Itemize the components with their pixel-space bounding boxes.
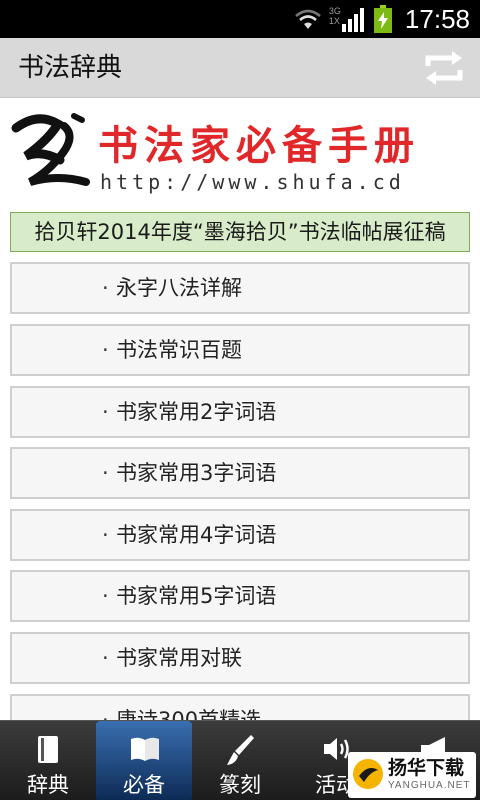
menu-item-label: 永字八法详解 [116,276,242,300]
status-icons: 3G 1X 17:58 [293,0,480,38]
open-book-icon [131,737,159,761]
notice-banner[interactable]: 拾贝轩2014年度“墨海拾贝”书法临帖展征稿 [10,212,470,252]
tab-bibei[interactable]: 必备 [96,721,192,800]
bullet: · [102,338,109,362]
bullet: · [102,276,109,300]
refresh-icon[interactable] [422,50,466,86]
menu-item-3-char[interactable]: · 书家常用3字词语 [10,447,470,499]
menu-item-label: 书家常用对联 [116,646,242,670]
bullet: · [102,584,109,608]
book-icon [38,736,58,763]
brush-icon [227,735,254,765]
menu-item-5-char[interactable]: · 书家常用5字词语 [10,570,470,622]
bullet: · [102,646,109,670]
banner-title: 书法家必备手册 [98,122,420,169]
bullet: · [102,523,109,547]
tab-label: 必备 [123,773,165,797]
watermark-logo-icon [353,759,383,789]
banner-url: http://www.shufa.cd [100,170,405,194]
signal-icon: 3G 1X [329,6,365,32]
watermark: 扬华下载 YANGHUA.NET [348,752,476,798]
clock: 17:58 [404,3,470,34]
bullet: · [102,461,109,485]
tab-label: 辞典 [27,773,69,797]
tab-cidian[interactable]: 辞典 [0,721,96,800]
battery-charging-icon [373,5,392,33]
calligraphy-logo [11,113,90,186]
menu-item-duilian[interactable]: · 书家常用对联 [10,632,470,684]
tab-zhuanke[interactable]: 篆刻 [192,721,288,800]
menu-item-label: 书家常用4字词语 [116,523,277,547]
menu-item-4-char[interactable]: · 书家常用4字词语 [10,509,470,561]
menu-item-label: 书家常用3字词语 [116,461,277,485]
menu-item-label: 书家常用2字词语 [116,400,277,424]
menu-item-changshi[interactable]: · 书法常识百题 [10,324,470,376]
watermark-sub: YANGHUA.NET [388,780,471,791]
menu-item-label: 书法常识百题 [116,338,242,362]
menu-item-yongzi[interactable]: · 永字八法详解 [10,262,470,314]
status-bar: 3G 1X 17:58 [0,0,480,38]
network-type: 3G 1X [328,6,341,26]
page-title: 书法辞典 [18,53,123,83]
wifi-icon [295,9,321,29]
bullet: · [102,400,109,424]
watermark-text: 扬华下载 [388,757,465,779]
tab-label: 篆刻 [219,773,261,797]
menu-item-label: 书家常用5字词语 [116,584,277,608]
title-bar: 书法辞典 [0,38,480,98]
menu-item-2-char[interactable]: · 书家常用2字词语 [10,386,470,438]
